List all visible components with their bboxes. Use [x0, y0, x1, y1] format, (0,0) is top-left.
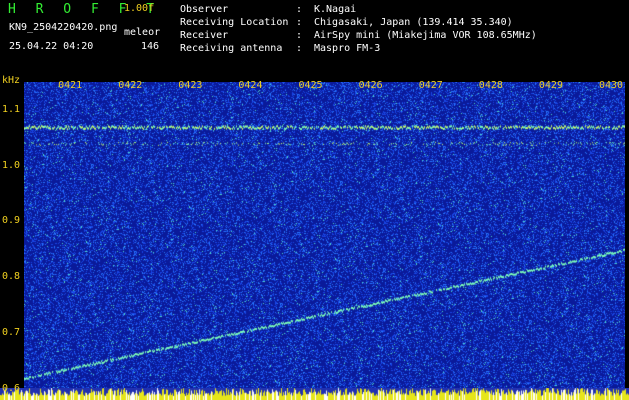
- spectrogram: [24, 82, 625, 400]
- version-label: 1.00f: [124, 3, 155, 14]
- info-value: Maspro FM-3: [314, 43, 381, 54]
- y-tick-label: 0.6: [2, 382, 21, 394]
- info-separator: :: [296, 43, 303, 54]
- info-key: Observer: [180, 4, 229, 15]
- info-separator: :: [296, 4, 303, 15]
- info-row-observer: Observer : K.Nagai: [180, 3, 537, 16]
- x-tick-label: 0422: [118, 80, 143, 91]
- info-value: Chigasaki, Japan (139.414 35.340): [314, 17, 513, 28]
- header-panel: H R O F F T 1.00f KN9_2504220420.png mel…: [0, 0, 629, 72]
- x-tick-label: 0425: [298, 80, 323, 91]
- filename-label: KN9_2504220420.png: [9, 22, 118, 33]
- count-label: 146: [141, 41, 160, 52]
- x-tick-label: 0427: [418, 80, 443, 91]
- station-info: Observer : K.Nagai Receiving Location : …: [180, 3, 537, 55]
- y-tick-label: 0.9: [2, 215, 21, 227]
- spectrogram-canvas: [24, 82, 625, 400]
- x-tick-label: 0428: [478, 80, 503, 91]
- info-key: Receiver: [180, 30, 229, 41]
- y-tick-label: 0.8: [2, 271, 21, 283]
- datetime-label: 25.04.22 04:20: [9, 41, 94, 52]
- x-tick-label: 0423: [178, 80, 203, 91]
- x-tick-label: 0429: [538, 80, 563, 91]
- info-row-location: Receiving Location : Chigasaki, Japan (1…: [180, 16, 537, 29]
- x-tick-label: 0424: [238, 80, 263, 91]
- info-row-antenna: Receiving antenna : Maspro FM-3: [180, 42, 537, 55]
- info-separator: :: [296, 30, 303, 41]
- y-axis-unit: kHz: [2, 75, 21, 86]
- info-row-receiver: Receiver : AirSpy mini (Miakejima VOR 10…: [180, 29, 537, 42]
- info-key: Receiving antenna: [180, 43, 283, 54]
- y-tick-label: 0.7: [2, 327, 21, 339]
- x-tick-label: 0426: [358, 80, 383, 91]
- info-value: K.Nagai: [314, 4, 357, 15]
- method-label: meleor: [124, 27, 161, 38]
- x-tick-label: 0421: [58, 80, 83, 91]
- x-tick-label: 0430: [599, 80, 624, 91]
- info-separator: :: [296, 17, 303, 28]
- amplitude-strip: [0, 388, 629, 400]
- info-value: AirSpy mini (Miakejima VOR 108.65MHz): [314, 30, 537, 41]
- info-key: Receiving Location: [180, 17, 289, 28]
- y-tick-label: 1.1: [2, 103, 21, 115]
- y-tick-label: 1.0: [2, 159, 21, 171]
